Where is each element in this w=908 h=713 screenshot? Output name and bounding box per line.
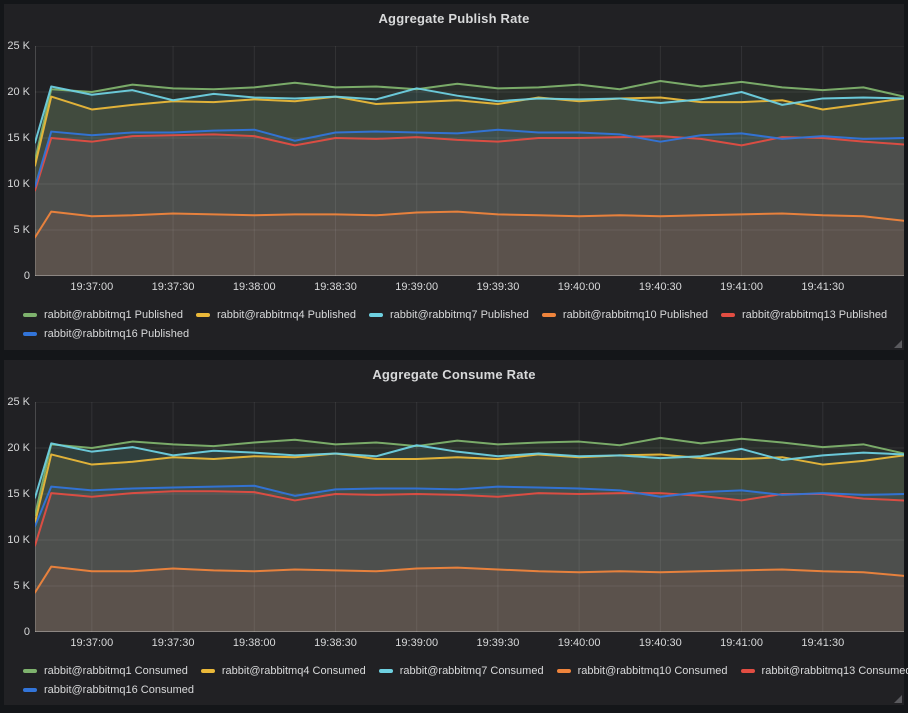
panel-resize-handle-icon[interactable]	[894, 695, 902, 703]
x-axis-label: 19:40:30	[639, 281, 682, 293]
legend-item[interactable]: rabbit@rabbitmq1 Published	[23, 309, 183, 321]
legend-marker-icon	[23, 332, 37, 336]
x-axis-label: 19:40:30	[639, 637, 682, 649]
y-axis-label: 10 K	[7, 178, 30, 190]
x-axis-label: 19:41:30	[801, 637, 844, 649]
legend-row: rabbit@rabbitmq16 Consumed	[23, 680, 900, 699]
grafana-dashboard: Aggregate Publish Rate 25 K 20 K 15 K 10 K 5…	[0, 0, 908, 713]
legend-item[interactable]: rabbit@rabbitmq10 Published	[542, 309, 708, 321]
legend-item-label: rabbit@rabbitmq16 Consumed	[44, 684, 194, 696]
y-axis-label: 15 K	[7, 132, 30, 144]
legend-item[interactable]: rabbit@rabbitmq7 Consumed	[379, 665, 544, 677]
legend-item[interactable]: rabbit@rabbitmq13 Published	[721, 309, 887, 321]
x-axis-label: 19:39:00	[395, 281, 438, 293]
consume-rate-plot[interactable]	[35, 402, 904, 632]
legend-item-label: rabbit@rabbitmq13 Published	[742, 309, 887, 321]
panel-header: Aggregate Consume Rate	[4, 360, 904, 388]
x-axis-label: 19:37:00	[70, 281, 113, 293]
legend-item-label: rabbit@rabbitmq10 Published	[563, 309, 708, 321]
y-axis: 25 K20 K15 K10 K5 K0	[4, 46, 32, 276]
legend-marker-icon	[23, 688, 37, 692]
legend-item-label: rabbit@rabbitmq7 Consumed	[400, 665, 544, 677]
y-axis-label: 15 K	[7, 488, 30, 500]
legend-item[interactable]: rabbit@rabbitmq16 Published	[23, 328, 189, 340]
legend-item-label: rabbit@rabbitmq1 Published	[44, 309, 183, 321]
legend-item[interactable]: rabbit@rabbitmq7 Published	[369, 309, 529, 321]
legend-marker-icon	[23, 313, 37, 317]
panel-aggregate-consume-rate: Aggregate Consume Rate 25 K 20 K 15 K 10 K 5…	[4, 360, 904, 705]
x-axis-label: 19:41:00	[720, 281, 763, 293]
x-axis-label: 19:39:30	[477, 281, 520, 293]
y-axis-label: 20 K	[7, 86, 30, 98]
x-axis: 19:37:00 19:37:30 19:38:00 19:38:30 19:39:00…	[35, 637, 904, 652]
legend-item-label: rabbit@rabbitmq7 Published	[390, 309, 529, 321]
panel-title[interactable]: Aggregate Consume Rate	[372, 367, 535, 382]
legend-item-label: rabbit@rabbitmq10 Consumed	[578, 665, 728, 677]
legend-item[interactable]: rabbit@rabbitmq13 Consumed	[741, 665, 908, 677]
y-axis-label: 0	[24, 626, 30, 638]
legend-marker-icon	[23, 669, 37, 673]
legend-marker-icon	[379, 669, 393, 673]
y-axis-label: 10 K	[7, 534, 30, 546]
x-axis-label: 19:40:00	[558, 637, 601, 649]
legend-item-label: rabbit@rabbitmq16 Published	[44, 328, 189, 340]
y-axis-label: 5 K	[13, 580, 30, 592]
legend-marker-icon	[542, 313, 556, 317]
legend-item[interactable]: rabbit@rabbitmq16 Consumed	[23, 684, 194, 696]
y-axis-label: 0	[24, 270, 30, 282]
x-axis-label: 19:38:00	[233, 637, 276, 649]
panel-title[interactable]: Aggregate Publish Rate	[378, 11, 529, 26]
legend-item-label: rabbit@rabbitmq13 Consumed	[762, 665, 908, 677]
panel-aggregate-publish-rate: Aggregate Publish Rate 25 K 20 K 15 K 10 K 5…	[4, 4, 904, 350]
legend-item[interactable]: rabbit@rabbitmq4 Published	[196, 309, 356, 321]
x-axis-label: 19:40:00	[558, 281, 601, 293]
x-axis-label: 19:38:30	[314, 281, 357, 293]
y-axis-label: 25 K	[7, 396, 30, 408]
legend-item[interactable]: rabbit@rabbitmq1 Consumed	[23, 665, 188, 677]
legend-marker-icon	[741, 669, 755, 673]
y-axis: 25 K20 K15 K10 K5 K0	[4, 402, 32, 632]
panel-header: Aggregate Publish Rate	[4, 4, 904, 32]
legend-row: rabbit@rabbitmq16 Published	[23, 324, 900, 343]
legend-row: rabbit@rabbitmq1 Consumed rabbit@rabbitmq…	[23, 661, 900, 680]
legend-marker-icon	[721, 313, 735, 317]
x-axis-label: 19:37:00	[70, 637, 113, 649]
legend-marker-icon	[196, 313, 210, 317]
x-axis-label: 19:41:30	[801, 281, 844, 293]
y-axis-label: 25 K	[7, 40, 30, 52]
y-axis-label: 20 K	[7, 442, 30, 454]
x-axis-label: 19:39:00	[395, 637, 438, 649]
legend-marker-icon	[201, 669, 215, 673]
x-axis-label: 19:38:30	[314, 637, 357, 649]
panel-resize-handle-icon[interactable]	[894, 340, 902, 348]
x-axis-label: 19:37:30	[152, 637, 195, 649]
legend-item[interactable]: rabbit@rabbitmq10 Consumed	[557, 665, 728, 677]
x-axis-label: 19:38:00	[233, 281, 276, 293]
legend-item-label: rabbit@rabbitmq1 Consumed	[44, 665, 188, 677]
legend-item-label: rabbit@rabbitmq4 Published	[217, 309, 356, 321]
legend: rabbit@rabbitmq1 Published rabbit@rabbitm…	[23, 305, 900, 343]
publish-rate-plot[interactable]	[35, 46, 904, 276]
legend-marker-icon	[369, 313, 383, 317]
x-axis: 19:37:00 19:37:30 19:38:00 19:38:30 19:39:00…	[35, 281, 904, 296]
legend-item-label: rabbit@rabbitmq4 Consumed	[222, 665, 366, 677]
x-axis-label: 19:39:30	[477, 637, 520, 649]
legend-row: rabbit@rabbitmq1 Published rabbit@rabbitm…	[23, 305, 900, 324]
legend-marker-icon	[557, 669, 571, 673]
x-axis-label: 19:37:30	[152, 281, 195, 293]
x-axis-label: 19:41:00	[720, 637, 763, 649]
legend: rabbit@rabbitmq1 Consumed rabbit@rabbitmq…	[23, 661, 900, 699]
legend-item[interactable]: rabbit@rabbitmq4 Consumed	[201, 665, 366, 677]
y-axis-label: 5 K	[13, 224, 30, 236]
